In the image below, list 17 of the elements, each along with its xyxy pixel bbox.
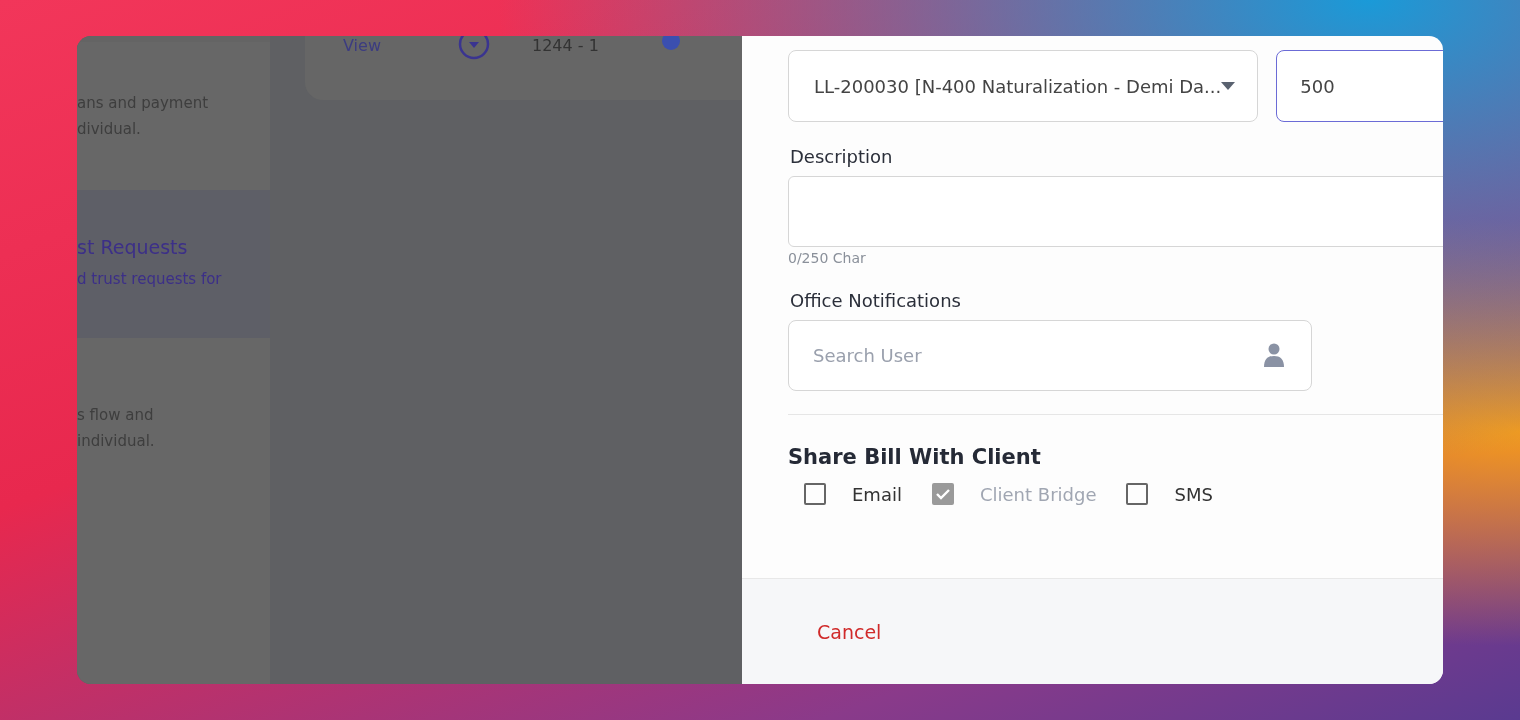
checkbox-label: Email [852,483,902,505]
status-dot [662,36,680,50]
user-search-field[interactable]: Search User [788,320,1312,391]
matter-select[interactable]: LL-200030 [N-400 Naturalization - Demi Da... [788,50,1259,122]
checkbox[interactable] [804,483,826,505]
section-heading: Share Bill With Client [788,445,1042,469]
caret-icon [1221,82,1236,90]
user-icon [1264,342,1284,368]
character-counter: 0/250 Char [788,250,867,266]
checkbox[interactable] [1126,483,1149,505]
checkbox-label: SMS [1174,483,1213,505]
field-label: Office Notifications [790,290,962,311]
cancel-button[interactable]: Cancel [802,614,897,649]
field-label: Description [790,146,894,167]
checkbox-label: Client Bridge [979,483,1097,505]
description-field[interactable] [788,176,1443,247]
amount-field[interactable]: 500 [1276,50,1443,122]
